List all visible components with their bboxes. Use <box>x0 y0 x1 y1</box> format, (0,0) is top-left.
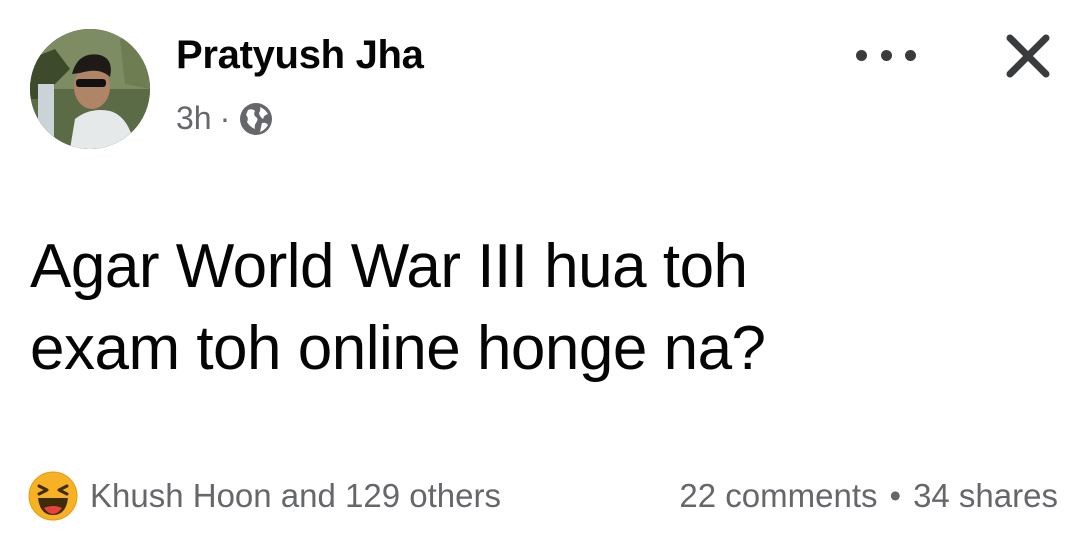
post-text: Agar World War III hua toh exam toh onli… <box>30 226 1030 390</box>
shares-count[interactable]: 34 shares <box>913 477 1058 515</box>
post-meta: 3h · <box>176 100 274 137</box>
more-dot <box>905 49 916 61</box>
close-icon[interactable] <box>1000 28 1056 84</box>
comments-count[interactable]: 22 comments <box>679 477 877 515</box>
footer-separator: • <box>889 477 902 514</box>
avatar[interactable] <box>30 29 150 149</box>
more-options-icon[interactable] <box>856 40 916 70</box>
post-time[interactable]: 3h <box>176 100 212 137</box>
author-name[interactable]: Pratyush Jha <box>176 33 424 78</box>
post-stats: Khush Hoon and 129 others 22 comments • … <box>28 470 1058 522</box>
haha-reaction-icon[interactable] <box>28 471 78 521</box>
post-text-line: exam toh online honge na? <box>30 314 766 383</box>
globe-icon <box>240 102 273 135</box>
more-dot <box>856 49 867 61</box>
post-text-line: Agar World War III hua toh <box>30 232 748 301</box>
more-dot <box>880 49 892 61</box>
post-card: Pratyush Jha 3h · Agar World War III hua… <box>0 0 1080 545</box>
reactions-summary[interactable]: Khush Hoon and 129 others <box>90 477 501 515</box>
meta-separator: · <box>219 100 231 136</box>
avatar-photo <box>30 29 150 149</box>
